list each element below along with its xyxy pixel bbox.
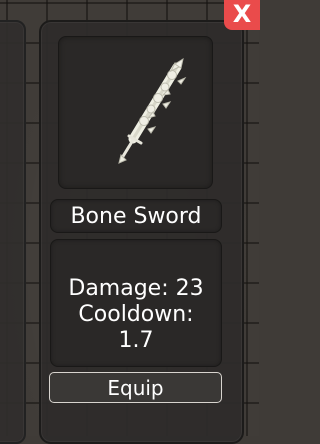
close-button[interactable]: X — [224, 0, 260, 30]
item-stats-text: Damage: 23 Cooldown: 1.7 — [51, 276, 221, 354]
item-name-label: Bone Sword — [50, 199, 222, 233]
cooldown-value: 1.7 — [118, 328, 154, 353]
equip-button[interactable]: Equip — [49, 372, 222, 403]
bone-sword-icon — [118, 57, 187, 164]
item-stats-box: Damage: 23 Cooldown: 1.7 — [50, 239, 222, 367]
damage-stat: Damage: 23 — [68, 276, 204, 301]
item-preview — [58, 36, 213, 189]
inventory-list-panel — [0, 20, 26, 444]
cooldown-label: Cooldown: — [78, 302, 194, 327]
